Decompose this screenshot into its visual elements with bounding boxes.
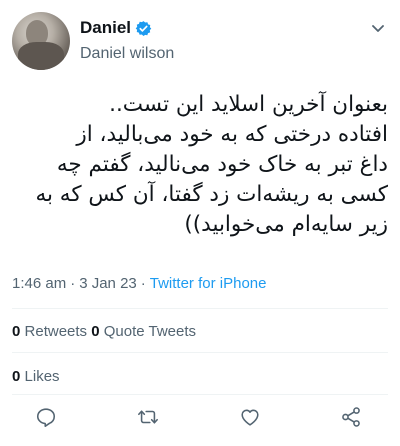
retweets-stat[interactable]: 0 Retweets 0 Quote Tweets xyxy=(12,323,196,340)
tweet-time[interactable]: 1:46 am xyxy=(12,275,66,292)
divider xyxy=(12,352,388,353)
share-icon[interactable] xyxy=(340,406,362,428)
tweet-text: بعنوان آخرین اسلاید این تست.. افتاده درخ… xyxy=(35,92,388,237)
avatar[interactable] xyxy=(12,12,70,70)
tweet-meta: 1:46 am · 3 Jan 23 · Twitter for iPhone xyxy=(12,275,266,292)
retweets-count: 0 xyxy=(12,323,21,340)
display-name-row: Daniel xyxy=(80,18,152,38)
verified-badge-icon xyxy=(135,20,152,37)
tweet-header: Daniel Daniel wilson xyxy=(12,12,388,70)
likes-stat[interactable]: 0 Likes xyxy=(12,368,60,385)
avatar-figure-body xyxy=(18,42,64,70)
quotes-label: Quote Tweets xyxy=(103,323,197,340)
likes-count: 0 xyxy=(12,368,21,385)
meta-separator: · xyxy=(140,275,146,292)
action-bar xyxy=(0,400,400,436)
chevron-down-icon[interactable] xyxy=(370,20,386,36)
display-name[interactable]: Daniel xyxy=(80,18,131,38)
retweets-label: Retweets xyxy=(24,323,88,340)
meta-separator: · xyxy=(70,275,76,292)
likes-label: Likes xyxy=(24,368,60,385)
tweet-date[interactable]: 3 Jan 23 xyxy=(79,275,137,292)
user-handle[interactable]: Daniel wilson xyxy=(80,45,174,63)
reply-icon[interactable] xyxy=(35,406,57,428)
like-icon[interactable] xyxy=(239,406,261,428)
quotes-count: 0 xyxy=(91,323,100,340)
divider xyxy=(12,308,388,309)
divider xyxy=(12,394,388,395)
retweet-icon[interactable] xyxy=(137,406,159,428)
tweet-source-link[interactable]: Twitter for iPhone xyxy=(150,275,267,292)
